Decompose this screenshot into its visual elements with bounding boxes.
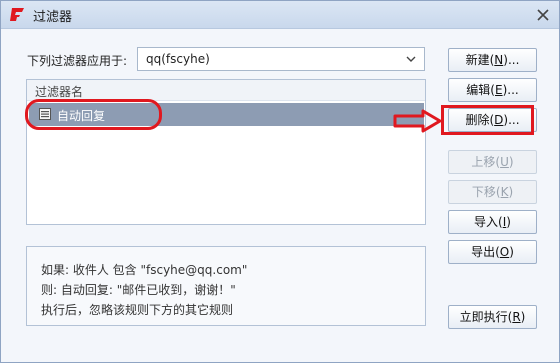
title-bar[interactable]: 过滤器 <box>1 1 559 29</box>
new-button[interactable]: 新建(N)... <box>448 48 537 72</box>
annotation-highlight-oval <box>25 99 162 130</box>
description-condition: 如果: 收件人 包含 "fscyhe@qq.com" <box>41 263 248 277</box>
annotation-arrow-icon <box>393 109 442 133</box>
import-button[interactable]: 导入(I) <box>448 210 537 234</box>
export-button[interactable]: 导出(O) <box>448 240 537 264</box>
filter-description: 如果: 收件人 包含 "fscyhe@qq.com" 则: 自动回复: "邮件已… <box>26 246 426 326</box>
run-now-button[interactable]: 立即执行(R) <box>448 305 537 329</box>
apply-to-label: 下列过滤器应用于: <box>27 54 128 68</box>
annotation-highlight-box <box>441 105 534 135</box>
filter-dialog: 过滤器 下列过滤器应用于: qq(fscyhe) 过滤器名 自动回复 如果: 收… <box>0 0 560 363</box>
app-logo-icon <box>10 8 24 21</box>
filter-list-header: 过滤器名 <box>27 80 425 101</box>
move-down-button[interactable]: 下移(K) <box>448 180 537 204</box>
description-action: 则: 自动回复: "邮件已收到，谢谢！" <box>41 283 236 297</box>
account-select-value: qq(fscyhe) <box>146 52 210 66</box>
chevron-down-icon <box>406 56 416 62</box>
edit-button[interactable]: 编辑(E)... <box>448 78 537 102</box>
description-stop-rule: 执行后，忽略该规则下方的其它规则 <box>41 303 234 317</box>
column-header-filter-name: 过滤器名 <box>35 85 84 99</box>
move-up-button[interactable]: 上移(U) <box>448 150 537 174</box>
account-select[interactable]: qq(fscyhe) <box>137 47 425 71</box>
window-title: 过滤器 <box>33 10 73 25</box>
close-icon[interactable] <box>535 7 551 23</box>
